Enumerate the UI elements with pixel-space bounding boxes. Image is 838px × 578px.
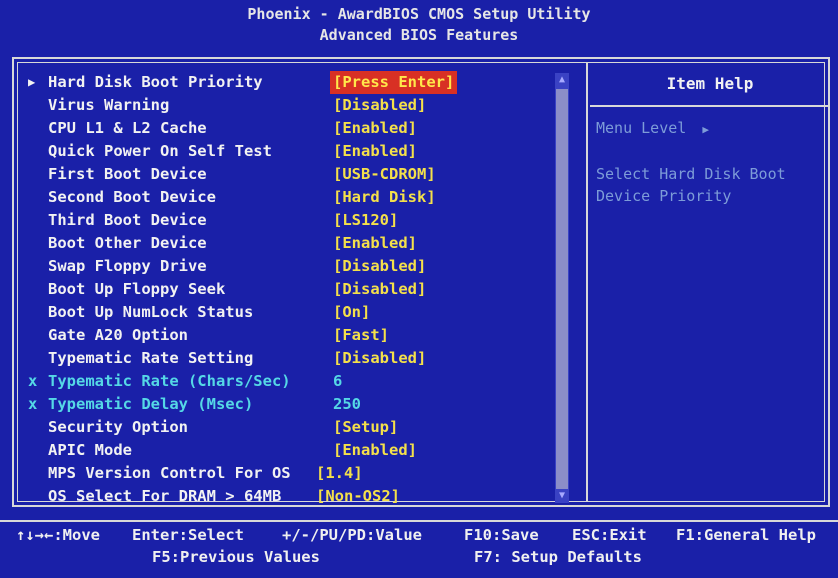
main-frame: ▶ Hard Disk Boot Priority [Press Enter] Vir… (12, 57, 830, 507)
setting-label: Gate A20 Option (48, 326, 188, 344)
setting-value[interactable]: [Fast] (333, 324, 389, 347)
title-bar: Phoenix - AwardBIOS CMOS Setup Utility A… (0, 0, 838, 52)
setting-label: Boot Up NumLock Status (48, 303, 254, 321)
help-description-line-2: Device Priority (596, 187, 732, 205)
setting-label: Typematic Rate (Chars/Sec) (48, 372, 291, 390)
setting-row[interactable]: CPU L1 & L2 Cache [Enabled] (48, 117, 548, 140)
submenu-arrow-icon: ▶ (28, 75, 36, 89)
app-title: Phoenix - AwardBIOS CMOS Setup Utility (247, 5, 591, 23)
key-legend-footer: ↑↓→←:Move Enter:Select +/-/PU/PD:Value F… (0, 520, 838, 578)
scroll-up-icon[interactable]: ▲ (555, 73, 569, 87)
setting-value: 6 (333, 372, 343, 390)
setting-row[interactable]: Second Boot Device [Hard Disk] (48, 186, 548, 209)
setting-value[interactable]: [Enabled] (333, 232, 417, 255)
setting-row[interactable]: Swap Floppy Drive [Disabled] (48, 255, 548, 278)
setting-label: OS Select For DRAM > 64MB (48, 487, 282, 505)
key-value: +/-/PU/PD:Value (282, 526, 422, 544)
setting-row[interactable]: ▶ Hard Disk Boot Priority [Press Enter] (28, 71, 548, 94)
setting-row[interactable]: OS Select For DRAM > 64MB [Non-OS2] (48, 485, 548, 508)
setting-value: 250 (333, 395, 361, 413)
key-exit: ESC:Exit (572, 526, 647, 544)
setting-label: Typematic Delay (Msec) (48, 395, 254, 413)
setting-value[interactable]: [Enabled] (333, 140, 417, 163)
item-help-separator (590, 105, 830, 107)
key-enter: Enter:Select (132, 526, 244, 544)
setting-label: Virus Warning (48, 96, 170, 114)
setting-label: Swap Floppy Drive (48, 257, 207, 275)
setting-value[interactable]: [Disabled] (333, 255, 426, 278)
setting-row[interactable]: First Boot Device [USB-CDROM] (48, 163, 548, 186)
setting-row[interactable]: Security Option [Setup] (48, 416, 548, 439)
setting-value[interactable]: [On] (333, 301, 370, 324)
setting-row[interactable]: MPS Version Control For OS [1.4] (48, 462, 548, 485)
setting-label: APIC Mode (48, 441, 132, 459)
setting-row[interactable]: Boot Up Floppy Seek [Disabled] (48, 278, 548, 301)
setting-label: First Boot Device (48, 165, 207, 183)
setting-label: Quick Power On Self Test (48, 142, 272, 160)
setting-value[interactable]: [Disabled] (333, 278, 426, 301)
setting-value[interactable]: [Hard Disk] (333, 186, 436, 209)
setting-value[interactable]: [LS120] (333, 209, 398, 232)
setting-value[interactable]: [Non-OS2] (316, 485, 400, 508)
setting-value[interactable]: [Press Enter] (330, 71, 458, 94)
setting-row[interactable]: Boot Up NumLock Status [On] (48, 301, 548, 324)
setting-row: x Typematic Rate (Chars/Sec) 6 (28, 370, 548, 393)
setting-row[interactable]: Third Boot Device [LS120] (48, 209, 548, 232)
key-general-help: F1:General Help (676, 526, 816, 544)
setting-label: Third Boot Device (48, 211, 207, 229)
settings-list: ▶ Hard Disk Boot Priority [Press Enter] Vir… (28, 71, 548, 508)
main-frame-inner: ▶ Hard Disk Boot Priority [Press Enter] Vir… (17, 62, 830, 505)
menu-level-label: Menu Level (596, 119, 687, 137)
setting-value[interactable]: [USB-CDROM] (333, 163, 436, 186)
key-previous-values: F5:Previous Values (152, 548, 320, 566)
scrollbar[interactable]: ▲ ▼ (555, 73, 569, 503)
setting-value[interactable]: [Enabled] (333, 439, 417, 462)
setting-label: Boot Up Floppy Seek (48, 280, 226, 298)
setting-label: MPS Version Control For OS (48, 464, 291, 482)
setting-row: x Typematic Delay (Msec) 250 (28, 393, 548, 416)
setting-row[interactable]: Quick Power On Self Test [Enabled] (48, 140, 548, 163)
setting-label: Security Option (48, 418, 188, 436)
setting-row[interactable]: APIC Mode [Enabled] (48, 439, 548, 462)
setting-value[interactable]: [Disabled] (333, 347, 426, 370)
setting-value[interactable]: [Setup] (333, 416, 398, 439)
menu-level: Menu Level ▶ (596, 117, 826, 141)
setting-label: Second Boot Device (48, 188, 216, 206)
setting-row[interactable]: Typematic Rate Setting [Disabled] (48, 347, 548, 370)
panel-divider (586, 63, 588, 501)
setting-label: Boot Other Device (48, 234, 207, 252)
setting-value[interactable]: [Enabled] (333, 117, 417, 140)
setting-label: Typematic Rate Setting (48, 349, 254, 367)
scroll-thumb[interactable] (556, 89, 568, 489)
item-help-panel: Menu Level ▶ Select Hard Disk Boot Device… (596, 117, 826, 207)
setting-row[interactable]: Gate A20 Option [Fast] (48, 324, 548, 347)
setting-value[interactable]: [Disabled] (333, 94, 426, 117)
help-description-line-1: Select Hard Disk Boot (596, 165, 786, 183)
key-save: F10:Save (464, 526, 539, 544)
setting-label: CPU L1 & L2 Cache (48, 119, 207, 137)
key-move: ↑↓→←:Move (16, 526, 100, 544)
disabled-marker-icon: x (28, 372, 38, 390)
item-help-title: Item Help (666, 74, 754, 93)
scroll-down-icon[interactable]: ▼ (555, 489, 569, 503)
setting-row[interactable]: Virus Warning [Disabled] (48, 94, 548, 117)
setting-label: Hard Disk Boot Priority (48, 73, 263, 91)
menu-level-arrow-icon: ▶ (702, 123, 709, 136)
key-setup-defaults: F7: Setup Defaults (474, 548, 642, 566)
disabled-marker-icon: x (28, 395, 38, 413)
setting-value[interactable]: [1.4] (316, 462, 363, 485)
page-title: Advanced BIOS Features (319, 26, 519, 44)
setting-row[interactable]: Boot Other Device [Enabled] (48, 232, 548, 255)
